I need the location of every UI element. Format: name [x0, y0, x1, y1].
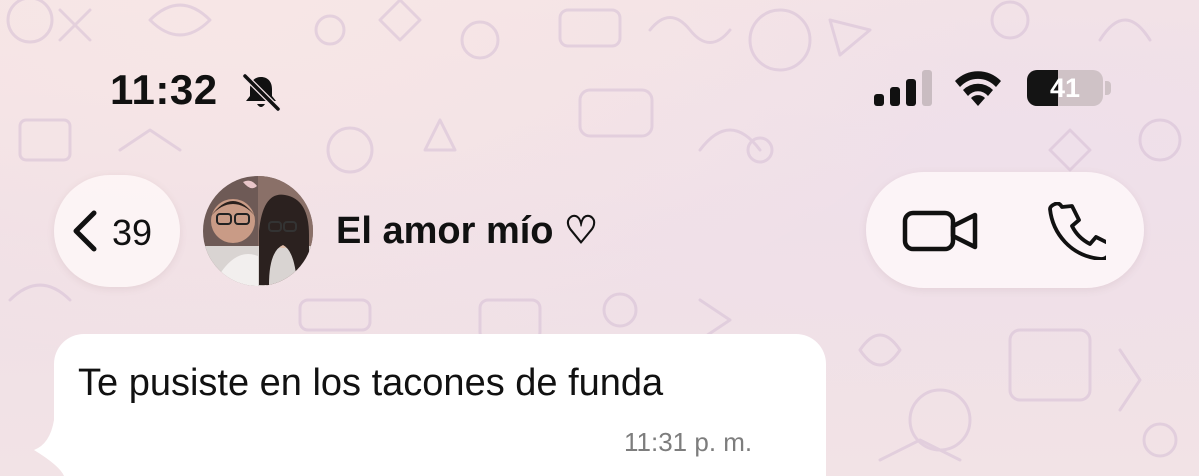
wifi-icon [955, 71, 1001, 106]
battery-level: 41 [1049, 73, 1081, 103]
back-button[interactable]: 39 [54, 175, 180, 287]
voice-call-button[interactable] [1032, 190, 1122, 270]
unread-count: 39 [112, 212, 153, 253]
battery-body: 41 [1027, 70, 1103, 106]
battery-icon: 41 [1027, 70, 1103, 106]
phone-icon [1048, 202, 1106, 260]
avatar[interactable] [203, 176, 313, 286]
video-call-button[interactable] [886, 190, 996, 270]
video-camera-icon [902, 210, 978, 252]
bell-muted-icon [242, 73, 281, 112]
battery-cap [1105, 81, 1111, 95]
signal-icon [874, 70, 932, 106]
contact-name[interactable]: El amor mío ♡ [336, 208, 598, 253]
call-actions [866, 172, 1144, 288]
message-bubble-incoming[interactable]: Te pusiste en los tacones de funda 11:31… [34, 334, 826, 476]
chevron-left-icon [73, 210, 97, 252]
status-time: 11:32 [110, 66, 218, 113]
message-timestamp: 11:31 p. m. [624, 427, 753, 457]
message-text: Te pusiste en los tacones de funda [78, 362, 664, 404]
